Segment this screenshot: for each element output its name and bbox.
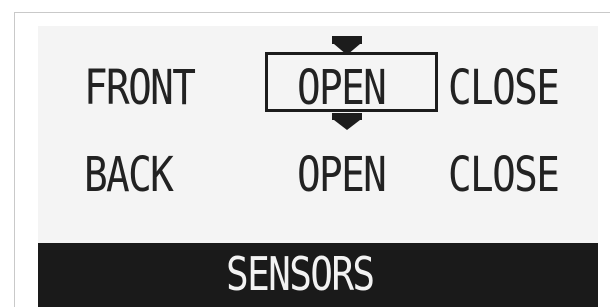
front-open-option[interactable]: OPEN bbox=[297, 64, 387, 112]
lcd-screen: FRONT OPEN CLOSE BACK OPEN CLOSE SENSORS bbox=[38, 26, 598, 307]
front-close-option[interactable]: CLOSE bbox=[448, 64, 560, 112]
front-label: FRONT bbox=[84, 60, 196, 116]
back-label: BACK bbox=[84, 147, 174, 203]
footer-bar: SENSORS bbox=[38, 243, 598, 307]
cursor-marker-bottom-icon bbox=[332, 113, 362, 120]
back-close-option[interactable]: CLOSE bbox=[448, 151, 560, 199]
cursor-marker-bottom-tip-icon bbox=[334, 120, 360, 130]
cursor-marker-top-icon bbox=[332, 36, 362, 44]
back-open-option[interactable]: OPEN bbox=[297, 151, 387, 199]
footer-title: SENSORS bbox=[226, 247, 375, 301]
